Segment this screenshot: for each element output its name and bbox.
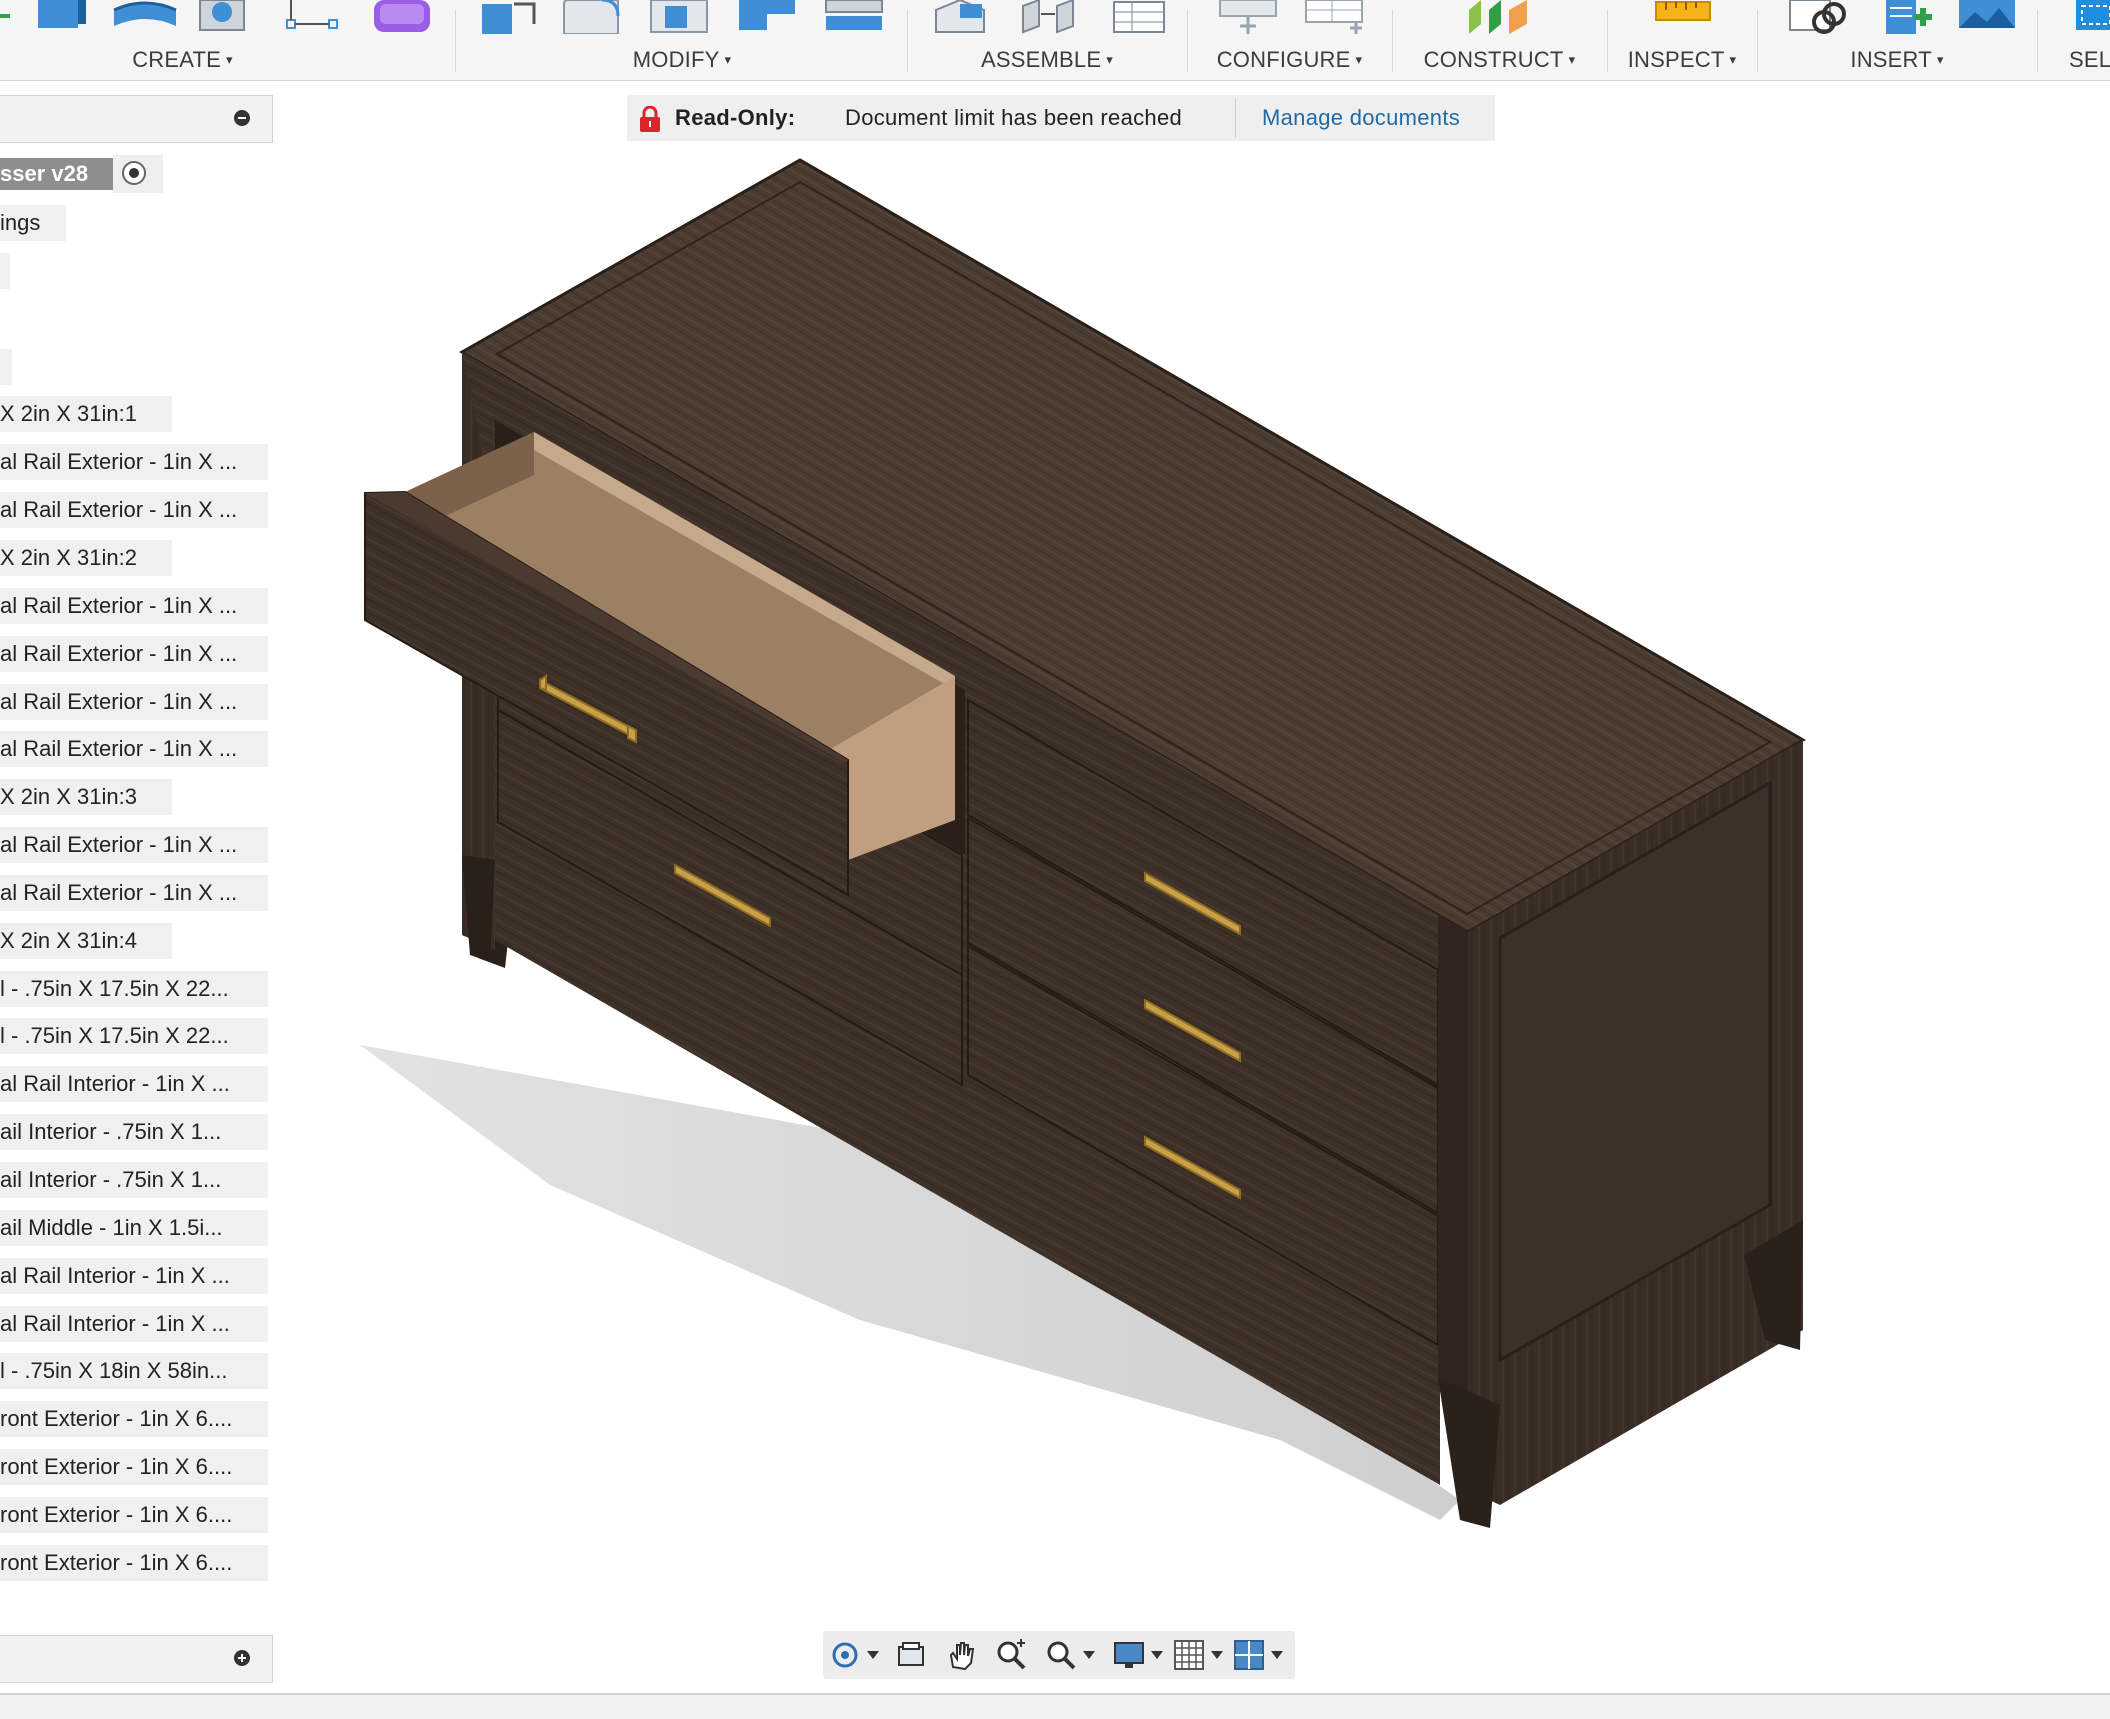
press-pull-icon[interactable] xyxy=(480,0,540,34)
banner-divider xyxy=(1235,98,1236,138)
combine-icon[interactable] xyxy=(824,0,886,34)
insert-derive-icon[interactable] xyxy=(1788,0,1848,36)
browser-tree-row[interactable]: ings xyxy=(0,205,66,241)
orbit-button[interactable] xyxy=(829,1639,883,1671)
comments-panel-header xyxy=(0,1635,273,1683)
create-group[interactable]: CREATE ▾ xyxy=(0,0,430,80)
hole-icon[interactable] xyxy=(198,0,248,34)
browser-tree-row[interactable]: al Rail Exterior - 1in X ... xyxy=(0,875,268,911)
browser-tree-row[interactable] xyxy=(0,349,12,385)
configure-menu[interactable]: CONFIGURE ▾ xyxy=(1192,47,1387,73)
browser-tree-row[interactable]: X 2in X 31in:3 xyxy=(0,779,172,815)
new-component-icon[interactable] xyxy=(930,0,990,34)
browser-tree-row[interactable]: X 2in X 31in:1 xyxy=(0,396,172,432)
browser-tree-row[interactable]: al Rail Interior - 1in X ... xyxy=(0,1306,268,1342)
browser-tree-row[interactable]: l - .75in X 18in X 58in... xyxy=(0,1353,268,1389)
table-icon[interactable] xyxy=(1112,0,1168,34)
select-group[interactable]: SELE xyxy=(2042,0,2110,80)
browser-tree-row[interactable]: ail Middle - 1in X 1.5i... xyxy=(0,1210,268,1246)
browser-tree-row[interactable]: ront Exterior - 1in X 6.... xyxy=(0,1545,268,1581)
fillet-icon[interactable] xyxy=(562,0,622,34)
configuration-table-icon[interactable] xyxy=(1304,0,1370,36)
chamfer-icon[interactable] xyxy=(649,0,709,34)
toolbar-separator xyxy=(455,10,456,72)
browser-tree-row[interactable]: al Rail Interior - 1in X ... xyxy=(0,1258,268,1294)
read-only-banner: Read-Only: Document limit has been reach… xyxy=(627,95,1495,141)
pattern-icon[interactable] xyxy=(285,0,341,34)
insert-group[interactable]: INSERT ▾ xyxy=(1762,0,2032,80)
browser-header xyxy=(0,95,273,143)
assemble-menu[interactable]: ASSEMBLE ▾ xyxy=(912,47,1182,73)
select-menu[interactable]: SELE xyxy=(2069,47,2110,73)
document-limit-message: Document limit has been reached xyxy=(845,105,1183,130)
toolbar-separator xyxy=(907,10,908,72)
extrude-icon[interactable] xyxy=(30,0,88,32)
browser-tree-row[interactable]: al Rail Exterior - 1in X ... xyxy=(0,684,268,720)
modify-menu[interactable]: MODIFY ▾ xyxy=(462,47,902,73)
active-radio-icon[interactable] xyxy=(122,161,146,185)
browser-tree-row[interactable]: ail Interior - .75in X 1... xyxy=(0,1114,268,1150)
browser-tree-row[interactable]: al Rail Interior - 1in X ... xyxy=(0,1066,268,1102)
navigation-bar xyxy=(823,1631,1295,1679)
offset-plane-icon[interactable] xyxy=(1467,0,1533,36)
lock-icon xyxy=(640,106,660,132)
select-icon[interactable] xyxy=(2076,0,2110,34)
insert-canvas-icon[interactable] xyxy=(1957,0,2019,32)
front-left-leg xyxy=(462,855,495,962)
assemble-group[interactable]: ASSEMBLE ▾ xyxy=(912,0,1182,80)
collapse-browser-icon[interactable] xyxy=(234,110,250,126)
manage-documents-link[interactable]: Manage documents xyxy=(1262,95,1460,141)
toolbar: CREATE▾ MODIFY▾ ASSEMBLE▾ CONFIGURE▾ xyxy=(0,0,2110,81)
construct-menu[interactable]: CONSTRUCT ▾ xyxy=(1397,47,1602,73)
look-at-button[interactable] xyxy=(895,1639,927,1671)
toolbar-separator xyxy=(1392,10,1393,72)
browser-root-item[interactable]: sser v28 xyxy=(0,158,113,190)
configure-icon[interactable] xyxy=(1218,0,1282,36)
toolbar-separator xyxy=(1607,10,1608,72)
browser-tree-row[interactable]: al Rail Exterior - 1in X ... xyxy=(0,588,268,624)
front-right-post xyxy=(1438,915,1468,1395)
pan-button[interactable] xyxy=(945,1639,977,1671)
browser-tree-row[interactable] xyxy=(0,253,10,289)
toolbar-separator xyxy=(2037,10,2038,72)
create-menu[interactable]: CREATE ▾ xyxy=(0,47,365,73)
browser-tree-row[interactable]: al Rail Exterior - 1in X ... xyxy=(0,636,268,672)
insert-menu[interactable]: INSERT ▾ xyxy=(1762,47,2032,73)
inspect-group[interactable]: INSPECT ▾ xyxy=(1612,0,1752,80)
inspect-menu[interactable]: INSPECT ▾ xyxy=(1612,47,1752,73)
sketch-icon[interactable] xyxy=(0,0,12,30)
shell-icon[interactable] xyxy=(737,0,797,34)
viewports-button[interactable] xyxy=(1233,1639,1287,1671)
browser-tree-row[interactable]: al Rail Exterior - 1in X ... xyxy=(0,827,268,863)
browser-tree-row[interactable]: ront Exterior - 1in X 6.... xyxy=(0,1401,268,1437)
browser-tree-row[interactable]: l - .75in X 17.5in X 22... xyxy=(0,1018,268,1054)
browser-tree-row[interactable]: al Rail Exterior - 1in X ... xyxy=(0,731,268,767)
expand-comments-icon[interactable] xyxy=(234,1650,250,1666)
grid-snaps-button[interactable] xyxy=(1173,1639,1227,1671)
configure-group[interactable]: CONFIGURE ▾ xyxy=(1192,0,1387,80)
fit-button[interactable] xyxy=(1045,1639,1099,1671)
construct-group[interactable]: CONSTRUCT ▾ xyxy=(1397,0,1602,80)
browser-tree-row[interactable]: ront Exterior - 1in X 6.... xyxy=(0,1497,268,1533)
toolbar-separator xyxy=(1757,10,1758,72)
zoom-button[interactable] xyxy=(995,1639,1027,1671)
browser-tree-row[interactable]: X 2in X 31in:2 xyxy=(0,540,172,576)
insert-mcmaster-icon[interactable] xyxy=(1882,0,1938,36)
dresser-model-viewport[interactable] xyxy=(340,155,1820,1555)
browser-tree-row[interactable]: l - .75in X 17.5in X 22... xyxy=(0,971,268,1007)
toolbar-separator xyxy=(1187,10,1188,72)
browser-tree-row[interactable]: X 2in X 31in:4 xyxy=(0,923,172,959)
browser-tree-row[interactable]: ail Interior - .75in X 1... xyxy=(0,1162,268,1198)
browser-tree-row[interactable]: al Rail Exterior - 1in X ... xyxy=(0,444,268,480)
read-only-label: Read-Only: xyxy=(675,105,796,130)
browser-tree-row[interactable]: ront Exterior - 1in X 6.... xyxy=(0,1449,268,1485)
measure-icon[interactable] xyxy=(1654,0,1714,24)
status-bar xyxy=(0,1695,2110,1719)
revolve-icon[interactable] xyxy=(112,0,178,32)
joint-icon[interactable] xyxy=(1017,0,1077,34)
display-settings-button[interactable] xyxy=(1113,1639,1167,1671)
form-icon[interactable] xyxy=(372,0,434,36)
modify-group[interactable]: MODIFY ▾ xyxy=(462,0,902,80)
browser-tree-row[interactable]: al Rail Exterior - 1in X ... xyxy=(0,492,268,528)
